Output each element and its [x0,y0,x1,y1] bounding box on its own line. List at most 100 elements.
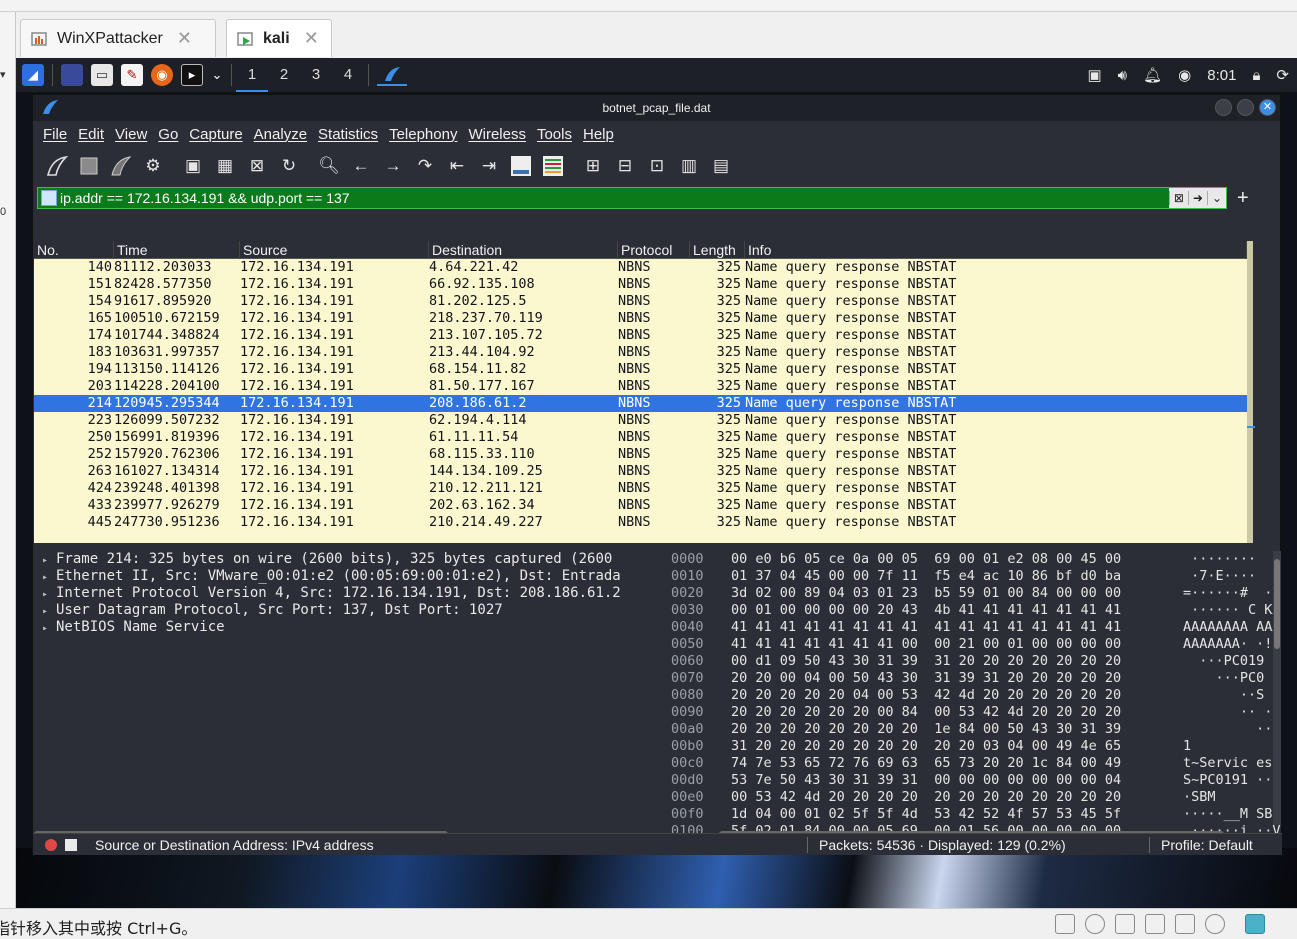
byte-row[interactable]: 0000 00 e0 b6 05 ce 0a 00 05 69 00 01 e2 … [669,551,1281,568]
minimize-button[interactable] [1215,99,1232,116]
wireshark-taskbar-icon[interactable] [377,64,407,86]
byte-row[interactable]: 0090 20 20 20 20 20 20 00 84 00 53 42 4d … [669,704,1281,721]
column-protocol[interactable]: Protocol [618,241,690,259]
vm-tab-kali[interactable]: kali ✕ [226,19,332,57]
packet-row[interactable]: 151 82428.577350 172.16.134.191 66.92.135.1… [34,276,1247,293]
menu-view[interactable]: View [115,126,147,143]
clock[interactable]: 8:01 [1207,67,1236,84]
display-icon[interactable]: ▣ [1087,66,1101,84]
column-source[interactable]: Source [240,241,429,259]
detail-ipv4[interactable]: ▸ Internet Protocol Version 4, Src: 172.1… [34,585,662,602]
firefox-icon[interactable]: ◉ [151,64,173,86]
go-back-icon[interactable]: ← [348,153,374,179]
go-to-packet-icon[interactable]: ↷ [412,153,438,179]
packet-row[interactable]: 194 113150.114126 172.16.134.191 68.154.11.… [34,361,1247,378]
clear-filter-icon[interactable]: ⊠ [1168,191,1188,205]
detail-ethernet[interactable]: ▸ Ethernet II, Src: VMware_00:01:e2 (00:0… [34,568,662,585]
close-window-button[interactable]: ✕ [1259,99,1276,116]
detail-frame[interactable]: ▸ Frame 214: 325 bytes on wire (2600 bits… [34,551,662,568]
text-editor-icon[interactable]: ✎ [121,64,143,86]
resize-columns-icon[interactable]: ▥ [676,153,702,179]
close-icon[interactable]: ✕ [177,28,192,49]
notification-bell-icon[interactable]: 🔔︎ [1143,66,1162,84]
display-filter-input[interactable]: ip.addr == 172.16.134.191 && udp.port ==… [37,187,1227,209]
network-adapter-icon[interactable] [1115,914,1135,934]
byte-row[interactable]: 0080 20 20 20 20 20 04 00 53 42 4d 20 20 … [669,687,1281,704]
add-filter-button[interactable]: + [1237,187,1249,210]
packet-row[interactable]: 445 247730.951236 172.16.134.191 210.214.49… [34,514,1247,531]
byte-row[interactable]: 00b0 31 20 20 20 20 20 20 20 20 20 03 04 … [669,738,1281,755]
detail-nbns[interactable]: ▸ NetBIOS Name Service [34,619,662,636]
chevron-down-icon[interactable]: ⌄ [211,64,223,86]
packet-list-scrollbar[interactable] [1247,241,1269,543]
find-packet-icon[interactable]: 🔍︎ [316,153,342,179]
column-info[interactable]: Info [745,241,1247,259]
menu-wireless[interactable]: Wireless [468,126,526,143]
autoscroll-icon[interactable] [508,153,534,179]
filter-text[interactable]: ip.addr == 172.16.134.191 && udp.port ==… [60,190,350,206]
byte-row[interactable]: 0050 41 41 41 41 41 41 41 00 00 21 00 01 … [669,636,1281,653]
menu-help[interactable]: Help [583,126,614,143]
restart-capture-icon[interactable] [108,153,134,179]
expand-arrow-icon[interactable]: ▸ [34,552,56,568]
volume-icon[interactable]: 🔊︎ [1118,67,1127,84]
hard-disk-icon[interactable] [1055,914,1075,934]
packet-row[interactable]: 174 101744.348824 172.16.134.191 213.107.10… [34,327,1247,344]
last-packet-icon[interactable]: ⇥ [476,153,502,179]
terminal-icon[interactable]: ▸ [181,64,203,86]
packet-row[interactable]: 154 91617.895920 172.16.134.191 81.202.125.… [34,293,1247,310]
byte-row[interactable]: 0040 41 41 41 41 41 41 41 41 41 41 41 41 … [669,619,1281,636]
file-manager-icon[interactable]: ▭ [91,64,113,86]
zoom-in-icon[interactable]: ⊞ [580,153,606,179]
menu-analyze[interactable]: Analyze [254,126,307,143]
expand-arrow-icon[interactable]: ▸ [34,603,56,619]
window-titlebar[interactable]: botnet_pcap_file.dat ✕ [33,95,1280,121]
zoom-out-icon[interactable]: ⊟ [612,153,638,179]
profile-indicator[interactable]: Profile: Default [1161,837,1253,853]
capture-options-gear-icon[interactable]: ⚙ [140,153,166,179]
expand-arrow-icon[interactable]: ▸ [34,586,56,602]
apply-filter-icon[interactable]: ➜ [1187,191,1207,205]
packet-row[interactable]: 223 126099.507232 172.16.134.191 62.194.4.1… [34,412,1247,429]
menu-capture[interactable]: Capture [189,126,242,143]
packet-row[interactable]: 250 156991.819396 172.16.134.191 61.11.11.5… [34,429,1247,446]
usb-icon[interactable] [1205,914,1225,934]
packet-bytes-pane[interactable]: 0000 00 e0 b6 05 ce 0a 00 05 69 00 01 e2 … [669,551,1281,839]
expand-arrow-icon[interactable]: ▸ [34,620,56,636]
byte-row[interactable]: 00a0 20 20 20 20 20 20 20 20 1e 84 00 50 … [669,721,1281,738]
lock-icon[interactable]: 🔒︎ [1252,67,1260,84]
desktop-icon[interactable] [61,64,83,86]
reload-file-icon[interactable]: ↻ [276,153,302,179]
chevron-down-icon[interactable]: ⌄ [1206,191,1226,205]
column-destination[interactable]: Destination [429,241,618,259]
byte-row[interactable]: 00c0 74 7e 53 65 72 76 69 63 65 73 20 20 … [669,755,1281,772]
packet-row[interactable]: 263 161027.134314 172.16.134.191 144.134.10… [34,463,1247,480]
sound-card-icon[interactable] [1175,914,1195,934]
bytes-vscrollbar[interactable] [1273,551,1281,825]
first-packet-icon[interactable]: ⇤ [444,153,470,179]
menu-file[interactable]: File [43,126,67,143]
chevron-down-icon[interactable]: ▾ [0,68,6,81]
open-file-icon[interactable]: ▣ [180,153,206,179]
expert-info-led-icon[interactable] [45,838,57,851]
detail-udp[interactable]: ▸ User Datagram Protocol, Src Port: 137, … [34,602,662,619]
byte-row[interactable]: 0020 3d 02 00 89 04 03 01 23 b5 59 01 00 … [669,585,1281,602]
workspace-3[interactable]: 3 [300,58,332,92]
packet-list[interactable]: No. Time Source Destination Protocol Len… [34,241,1247,543]
bookmark-icon[interactable] [41,190,57,206]
packet-row[interactable]: 140 81112.203033 172.16.134.191 4.64.221.42… [34,259,1247,276]
menu-edit[interactable]: Edit [78,126,104,143]
layout-icon[interactable]: ▤ [708,153,734,179]
vm-message-icon[interactable] [1245,914,1265,934]
printer-icon[interactable] [1145,914,1165,934]
maximize-button[interactable] [1237,99,1254,116]
byte-row[interactable]: 0030 00 01 00 00 00 00 20 43 4b 41 41 41 … [669,602,1281,619]
packet-row[interactable]: 165 100510.672159 172.16.134.191 218.237.70… [34,310,1247,327]
byte-row[interactable]: 0010 01 37 04 45 00 00 7f 11 f5 e4 ac 10 … [669,568,1281,585]
packet-details-pane[interactable]: ▸ Frame 214: 325 bytes on wire (2600 bits… [34,551,662,837]
menu-statistics[interactable]: Statistics [318,126,378,143]
vm-tab-winxp[interactable]: WinXPattacker ✕ [20,19,216,57]
kali-menu-icon[interactable]: ◢ [22,64,44,86]
packet-row[interactable]: 203 114228.204100 172.16.134.191 81.50.177.… [34,378,1247,395]
scroll-track[interactable] [1247,241,1253,543]
